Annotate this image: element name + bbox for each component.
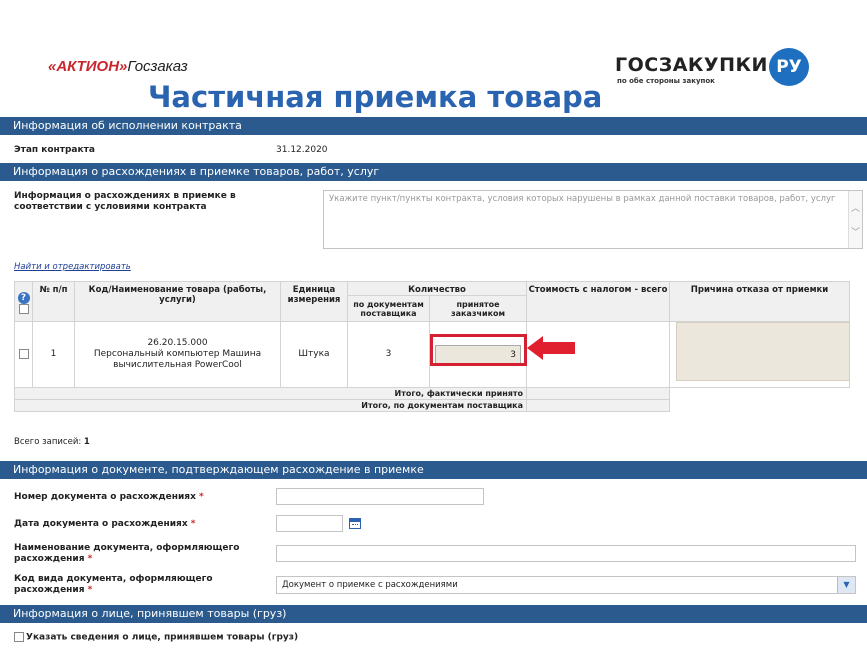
col-code-name: Код/Наименование товара (работы, услуги) [74,281,281,322]
discrepancy-label: Информация о расхождениях в приемке в со… [14,191,236,212]
summary-docs-row: Итого, по документам поставщика [14,399,850,412]
col-quantity: Количество [347,281,527,296]
red-arrow-icon [527,336,575,360]
textarea-scrollbar[interactable]: ︿ ﹀ [848,191,862,248]
highlight-frame [430,334,527,366]
help-icon[interactable]: ? [17,291,30,304]
doc-kind-select[interactable]: Документ о приемке с расхождениями ▼ [276,576,856,594]
col-num: № п/п [32,281,75,322]
chevron-down-icon[interactable]: ▼ [837,577,855,593]
row-checkbox-cell [14,321,33,388]
contract-stage-label: Этап контракта [14,145,95,155]
summary-actual-cost [526,387,670,400]
col-cost: Стоимость с налогом - всего [526,281,670,322]
person-checkbox-row[interactable]: Указать сведения о лице, принявшем товар… [14,632,298,643]
col-reason: Причина отказа от приемки [669,281,850,322]
col-qty-by-docs: по документам поставщика [347,295,430,322]
summary-empty-2 [669,399,850,412]
discrepancy-textarea[interactable]: Укажите пункт/пункты контракта, условия … [323,190,863,249]
goszakupki-logo: ГОСЗАКУПКИ РУ по обе стороны закупок [615,48,815,90]
summary-docs-cost [526,399,670,412]
section-discrepancy-info: Информация о расхождениях в приемке това… [0,163,867,181]
summary-empty [669,387,850,400]
doc-number-label: Номер документа о расхождениях * [14,492,204,502]
calendar-icon[interactable] [349,518,361,529]
help-cell: ? [14,281,33,322]
doc-kind-label: Код вида документа, оформляющего расхожд… [14,574,213,595]
records-value: 1 [83,437,90,447]
col-qty-accepted: принятое заказчиком [429,295,527,322]
doc-name-label: Наименование документа, оформляющего рас… [14,543,240,564]
scroll-down-icon[interactable]: ﹀ [851,225,860,238]
select-all-checkbox[interactable] [18,303,29,314]
rejection-reason-input[interactable] [676,322,850,381]
doc-date-input[interactable] [276,515,343,532]
person-checkbox[interactable] [14,632,24,642]
page-title: Частичная приемка товара [148,80,603,114]
discrepancy-placeholder: Укажите пункт/пункты контракта, условия … [329,194,836,204]
doc-kind-value: Документ о приемке с расхождениями [282,580,458,590]
summary-actual: Итого, фактически принято [14,387,527,400]
section-contract-info: Информация об исполнении контракта [0,117,867,135]
summary-actual-row: Итого, фактически принято [14,387,850,400]
contract-stage-value: 31.12.2020 [276,145,328,155]
aktion-logo: «АКТИОН»Госзаказ [48,58,188,75]
scroll-up-icon[interactable]: ︿ [851,201,860,214]
row-qty-docs: 3 [347,321,430,388]
section-document-info: Информация о документе, подтверждающем р… [0,461,867,479]
row-checkbox[interactable] [18,348,29,359]
row-name: Персональный компьютер Машина вычислител… [93,349,262,370]
section-person-info: Информация о лице, принявшем товары (гру… [0,605,867,623]
doc-number-input[interactable] [276,488,484,505]
col-unit: Единица измерения [280,281,348,322]
records-count: Всего записей: 1 [14,437,90,447]
row-unit: Штука [280,321,348,388]
find-and-edit-link[interactable]: Найти и отредактировать [14,262,131,272]
records-label: Всего записей: [14,437,82,447]
person-checkbox-label: Указать сведения о лице, принявшем товар… [26,632,299,643]
doc-name-input[interactable] [276,545,856,562]
row-code-name: 26.20.15.000 Персональный компьютер Маши… [74,321,281,388]
row-code: 26.20.15.000 [147,338,208,348]
summary-docs: Итого, по документам поставщика [14,399,527,412]
row-num: 1 [32,321,75,388]
doc-date-label: Дата документа о расхождениях * [14,519,196,529]
